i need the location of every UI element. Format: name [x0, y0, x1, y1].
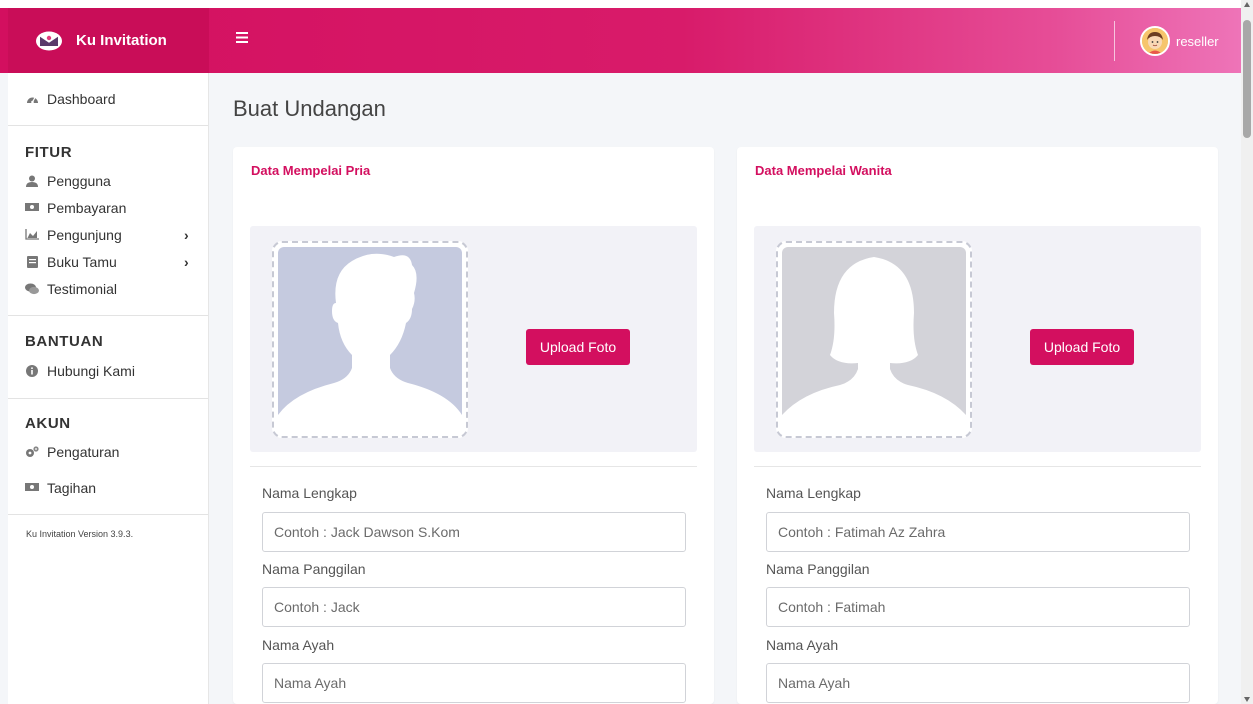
field-label: Nama Panggilan [262, 561, 366, 577]
app-version: Ku Invitation Version 3.9.3. [26, 529, 134, 539]
scroll-thumb[interactable] [1243, 20, 1251, 138]
field-label: Nama Panggilan [766, 561, 870, 577]
sidebar-item-label: Pembayaran [47, 200, 127, 216]
bride-card: Data Mempelai Wanita Upload Foto Nama Le… [737, 147, 1218, 704]
field-label: Nama Lengkap [262, 485, 357, 501]
upload-photo-button[interactable]: Upload Foto [526, 329, 630, 365]
tachometer-icon [25, 93, 39, 105]
field-label: Nama Lengkap [766, 485, 861, 501]
scroll-up-arrow-icon[interactable] [1244, 2, 1250, 7]
chevron-right-icon: › [184, 254, 189, 270]
field-label: Nama Ayah [766, 637, 839, 653]
bride-photo-placeholder[interactable] [776, 241, 972, 438]
envelope-logo-icon [36, 31, 62, 51]
sidebar-item-label: Pengunjung [47, 227, 122, 243]
sidebar-item-label: Hubungi Kami [47, 363, 135, 379]
sidebar-divider [8, 315, 208, 316]
field-label: Nama Ayah [262, 637, 335, 653]
comments-icon [25, 283, 39, 295]
page-title: Buat Undangan [233, 96, 386, 121]
app-title: Ku Invitation [76, 32, 167, 49]
navbar-divider [1114, 21, 1115, 61]
chart-area-icon [25, 229, 39, 241]
money-bill-icon [25, 482, 39, 494]
sidebar-item-buku-tamu[interactable]: Buku Tamu › [8, 249, 208, 275]
sidebar-item-label: Pengguna [47, 173, 111, 189]
sidebar: Dashboard FITUR Pengguna Pembayaran Peng… [8, 73, 209, 704]
sidebar-section-header: AKUN [25, 415, 71, 432]
photo-panel: Upload Foto [754, 226, 1201, 452]
photo-panel: Upload Foto [250, 226, 697, 452]
sidebar-item-hubungi-kami[interactable]: Hubungi Kami [8, 358, 208, 384]
sidebar-item-pembayaran[interactable]: Pembayaran [8, 195, 208, 221]
card-divider [250, 466, 697, 467]
sidebar-divider [8, 125, 208, 126]
card-title: Data Mempelai Wanita [755, 163, 892, 178]
sidebar-item-label: Buku Tamu [47, 254, 117, 270]
groom-photo-placeholder[interactable] [272, 241, 468, 438]
upload-photo-button[interactable]: Upload Foto [1030, 329, 1134, 365]
sidebar-item-label: Tagihan [47, 480, 97, 496]
bride-father-name-input[interactable] [766, 663, 1190, 703]
user-menu[interactable]: reseller [1140, 26, 1219, 56]
page-scrollbar[interactable] [1241, 0, 1253, 704]
male-silhouette-icon [278, 247, 462, 432]
brand[interactable]: Ku Invitation [8, 8, 209, 73]
avatar [1140, 26, 1170, 56]
user-icon [25, 175, 39, 187]
sidebar-item-pengguna[interactable]: Pengguna [8, 168, 208, 194]
sidebar-divider [8, 398, 208, 399]
groom-card: Data Mempelai Pria Upload Foto Nama Leng… [233, 147, 714, 704]
card-divider [754, 466, 1201, 467]
top-navbar: Ku Invitation reseller [0, 0, 1241, 73]
card-title: Data Mempelai Pria [251, 163, 371, 178]
bride-nickname-input[interactable] [766, 587, 1190, 627]
sidebar-item-label: Pengaturan [47, 444, 120, 460]
groom-full-name-input[interactable] [262, 512, 686, 552]
scroll-down-arrow-icon[interactable] [1244, 697, 1250, 702]
sidebar-section-header: BANTUAN [25, 333, 104, 350]
groom-nickname-input[interactable] [262, 587, 686, 627]
sidebar-item-tagihan[interactable]: Tagihan [8, 475, 208, 501]
sidebar-item-pengunjung[interactable]: Pengunjung › [8, 222, 208, 248]
groom-father-name-input[interactable] [262, 663, 686, 703]
chevron-right-icon: › [184, 227, 189, 243]
female-silhouette-icon [782, 247, 966, 432]
cogs-icon [25, 446, 39, 458]
sidebar-section-header: FITUR [25, 144, 73, 161]
info-circle-icon [25, 365, 39, 377]
sidebar-item-label: Dashboard [47, 91, 116, 107]
money-icon [25, 202, 39, 214]
sidebar-divider [8, 514, 208, 515]
sidebar-item-pengaturan[interactable]: Pengaturan [8, 439, 208, 465]
sidebar-item-dashboard[interactable]: Dashboard [8, 86, 208, 112]
book-icon [25, 256, 39, 268]
sidebar-item-testimonial[interactable]: Testimonial [8, 276, 208, 302]
user-name: reseller [1176, 33, 1219, 49]
menu-toggle-icon[interactable] [236, 30, 248, 48]
sidebar-item-label: Testimonial [47, 281, 118, 297]
bride-full-name-input[interactable] [766, 512, 1190, 552]
